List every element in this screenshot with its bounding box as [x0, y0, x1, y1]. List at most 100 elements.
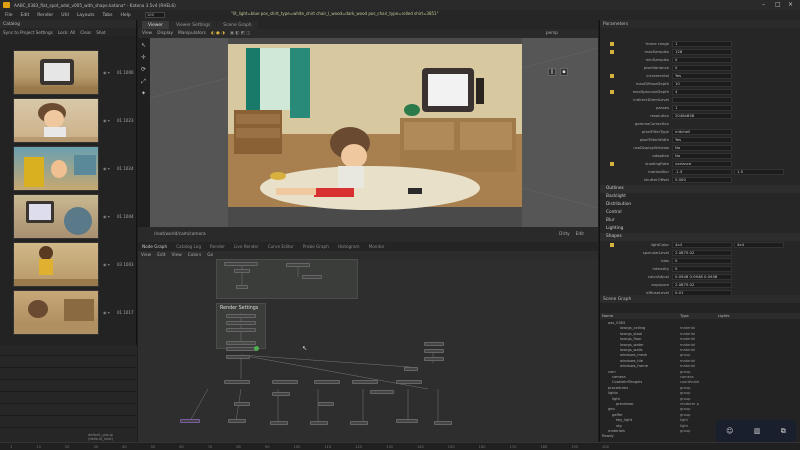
- node[interactable]: [424, 357, 444, 361]
- sync-button[interactable]: Sync to Project Settings: [3, 30, 53, 35]
- node[interactable]: [226, 347, 256, 351]
- node[interactable]: [396, 380, 422, 384]
- node[interactable]: [224, 262, 258, 266]
- viewport[interactable]: ∥ ▪: [150, 38, 598, 227]
- section-outlines[interactable]: Outlines: [600, 185, 800, 193]
- tab-viewer[interactable]: Viewer: [142, 21, 169, 29]
- menu-render[interactable]: Render: [36, 13, 54, 18]
- col-type[interactable]: Type: [680, 313, 689, 318]
- catalog-thumbnail[interactable]: [13, 146, 99, 191]
- node[interactable]: [272, 380, 298, 384]
- ng-view2-menu[interactable]: View: [172, 253, 182, 258]
- tab-probe-graph[interactable]: Probe Graph: [303, 244, 329, 249]
- tab-scene-graph[interactable]: Scene Graph: [217, 21, 258, 29]
- stop-icon[interactable]: ▪: [560, 68, 568, 76]
- close-icon[interactable]: ×: [788, 1, 793, 8]
- eye-icon[interactable]: ◉ ▾: [103, 118, 110, 123]
- minimize-icon[interactable]: –: [762, 1, 765, 8]
- node[interactable]: [310, 421, 328, 425]
- move-tool-icon[interactable]: ✛: [140, 54, 147, 61]
- ng-colors-menu[interactable]: Colors: [188, 253, 201, 258]
- share-icon[interactable]: ⧉: [781, 427, 786, 436]
- col-lights[interactable]: Lights: [718, 313, 729, 318]
- node[interactable]: [302, 275, 322, 279]
- node[interactable]: [224, 380, 250, 384]
- manipulators-menu[interactable]: Manipulators: [178, 31, 206, 36]
- section-blur[interactable]: Blur: [600, 217, 800, 225]
- param-value[interactable]: -1.5: [672, 169, 732, 175]
- tab-live-render[interactable]: Live Render: [234, 244, 259, 249]
- tab-histogram[interactable]: Histogram: [338, 244, 360, 249]
- tab-viewer-settings[interactable]: Viewer Settings: [169, 21, 217, 29]
- ng-view-menu[interactable]: View: [141, 253, 151, 258]
- param-value[interactable]: 0: [672, 57, 732, 63]
- param-value[interactable]: 1: [672, 105, 732, 111]
- node[interactable]: [434, 421, 452, 425]
- param-value[interactable]: Yes: [672, 73, 732, 79]
- param-value[interactable]: 4: [672, 89, 732, 95]
- tab-render[interactable]: Render: [210, 244, 225, 249]
- catalog-thumbnail[interactable]: [13, 290, 99, 335]
- param-value[interactable]: No: [672, 145, 732, 151]
- chat-icon[interactable]: ☺: [726, 427, 733, 435]
- menu-util[interactable]: Util: [60, 13, 70, 18]
- node[interactable]: [228, 419, 246, 423]
- scale-tool-icon[interactable]: ⤢: [140, 78, 147, 85]
- node[interactable]: [396, 419, 418, 423]
- param-value[interactable]: 0.000: [672, 177, 732, 183]
- catalog-thumbnail[interactable]: [13, 98, 99, 143]
- node[interactable]: [226, 341, 256, 345]
- catalog-thumbnail[interactable]: [13, 242, 99, 287]
- tab-monitor[interactable]: Monitor: [369, 244, 385, 249]
- ng-edit-menu[interactable]: Edit: [157, 253, 165, 258]
- menu-help[interactable]: Help: [119, 13, 131, 18]
- camera-label[interactable]: persp: [546, 31, 558, 36]
- clear-button[interactable]: Clear: [80, 30, 91, 35]
- param-value[interactable]: 0: [672, 266, 732, 272]
- ng-go-menu[interactable]: Go: [207, 253, 213, 258]
- camera-icon[interactable]: ◐ ● ◑: [211, 31, 225, 36]
- node[interactable]: [272, 392, 290, 396]
- node[interactable]: [424, 342, 444, 346]
- param-value[interactable]: 1.5: [734, 169, 784, 175]
- section-backlight[interactable]: Backlight: [600, 193, 800, 201]
- param-checkbox[interactable]: [610, 242, 614, 247]
- node[interactable]: [314, 380, 340, 384]
- param-checkbox[interactable]: [610, 89, 614, 94]
- node[interactable]: [318, 402, 334, 406]
- pause-icon[interactable]: ∥: [548, 68, 556, 76]
- timeline[interactable]: 1 10 20 30 40 50 60 70 80 90 100 110 120 130 140 150 160…: [0, 442, 800, 450]
- select-tool-icon[interactable]: ↖: [140, 42, 147, 49]
- param-checkbox[interactable]: [610, 161, 614, 166]
- maximize-icon[interactable]: □: [775, 1, 781, 8]
- section-shapes[interactable]: Shapes: [600, 233, 800, 241]
- node[interactable]: [226, 355, 250, 359]
- eye-icon[interactable]: ◉ ▾: [103, 310, 110, 315]
- param-value[interactable]: 2.0875.02: [672, 282, 732, 288]
- shot-button[interactable]: Shot: [96, 30, 106, 35]
- eye-icon[interactable]: ◉ ▾: [103, 214, 110, 219]
- catalog-thumbnail[interactable]: [13, 194, 99, 239]
- param-value[interactable]: 4x4: [672, 242, 732, 248]
- node[interactable]: [286, 263, 310, 267]
- eye-icon[interactable]: ◉ ▾: [103, 262, 110, 267]
- node[interactable]: [234, 269, 250, 273]
- notes-icon[interactable]: ▥: [754, 427, 761, 435]
- node[interactable]: [234, 402, 250, 406]
- eye-icon[interactable]: ◉ ▾: [103, 166, 110, 171]
- tab-curve-editor[interactable]: Curve Editor: [268, 244, 294, 249]
- param-value[interactable]: [672, 97, 732, 103]
- param-checkbox[interactable]: [610, 41, 614, 46]
- col-name[interactable]: Name: [602, 313, 613, 318]
- node[interactable]: [236, 285, 248, 289]
- param-checkbox[interactable]: [610, 73, 614, 78]
- menu-edit[interactable]: Edit: [20, 13, 31, 18]
- rotate-tool-icon[interactable]: ⟳: [140, 66, 147, 73]
- node[interactable]: [226, 314, 256, 318]
- param-value[interactable]: 10: [672, 81, 732, 87]
- shading-icon[interactable]: ▣ ◧ ◩ ◫: [230, 31, 250, 36]
- section-distribution[interactable]: Distribution: [600, 201, 800, 209]
- node[interactable]: [352, 380, 378, 384]
- param-value[interactable]: 128: [672, 49, 732, 55]
- node[interactable]: [404, 367, 418, 371]
